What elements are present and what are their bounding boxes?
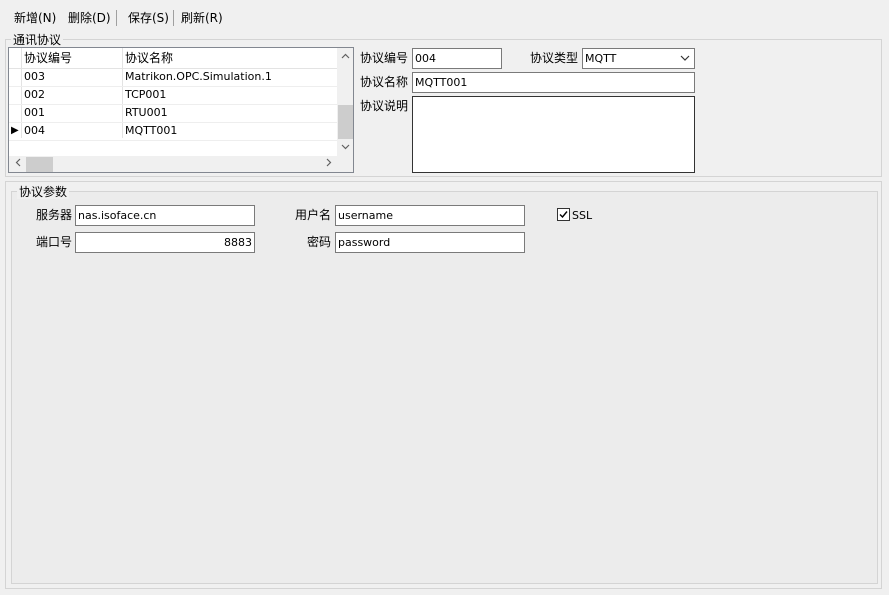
port-field[interactable]: 8883: [75, 232, 255, 253]
toolbar-separator: [116, 10, 117, 26]
protocol-description-label: 协议说明: [360, 99, 409, 113]
server-label: 服务器: [36, 208, 73, 222]
row-id-cell: 002: [24, 88, 45, 101]
ssl-checkbox[interactable]: [557, 208, 570, 221]
row-name-cell: MQTT001: [125, 124, 178, 137]
toolbar-separator: [173, 10, 174, 26]
params-group-title: 协议参数: [17, 185, 70, 199]
delete-button[interactable]: 删除(D): [68, 8, 111, 28]
grid-row-divider: [9, 86, 337, 87]
scroll-down-icon[interactable]: [337, 139, 353, 156]
grid-row-divider: [9, 140, 337, 141]
grid-horizontal-scrollbar[interactable]: [9, 156, 337, 172]
save-button[interactable]: 保存(S): [128, 8, 169, 28]
protocol-name-field[interactable]: MQTT001: [412, 72, 695, 93]
ssl-label[interactable]: SSL: [572, 208, 592, 224]
refresh-button[interactable]: 刷新(R): [181, 8, 223, 28]
protocol-name-label: 协议名称: [360, 75, 409, 89]
row-name-cell: Matrikon.OPC.Simulation.1: [125, 70, 272, 83]
grid-column-divider: [122, 48, 123, 138]
grid-header: 协议编号 协议名称: [9, 48, 337, 69]
server-field[interactable]: nas.isoface.cn: [75, 205, 255, 226]
scrollbar-corner: [337, 156, 353, 172]
column-header-name[interactable]: 协议名称: [125, 48, 173, 68]
current-row-indicator-icon: ▶: [11, 125, 19, 136]
password-field[interactable]: password: [335, 232, 525, 253]
grid-vertical-scrollbar[interactable]: [337, 48, 353, 156]
password-label: 密码: [307, 235, 332, 249]
protocol-group-title: 通讯协议: [11, 33, 64, 47]
protocol-type-value: MQTT: [585, 52, 617, 65]
row-id-cell: 004: [24, 124, 45, 137]
scroll-right-icon[interactable]: [320, 156, 337, 172]
chevron-down-icon[interactable]: [680, 49, 690, 68]
checkmark-icon: [559, 211, 568, 219]
username-field[interactable]: username: [335, 205, 525, 226]
protocol-id-label: 协议编号: [360, 51, 409, 65]
scroll-up-icon[interactable]: [337, 48, 353, 65]
row-name-cell: TCP001: [125, 88, 167, 101]
protocol-description-textarea[interactable]: [412, 96, 695, 173]
username-label: 用户名: [295, 208, 332, 222]
vertical-scroll-thumb[interactable]: [338, 105, 353, 139]
add-button[interactable]: 新增(N): [14, 8, 56, 28]
protocol-grid[interactable]: 协议编号 协议名称 003 Matrikon.OPC.Simulation.1 …: [8, 47, 354, 173]
row-id-cell: 003: [24, 70, 45, 83]
grid-column-divider: [21, 48, 22, 138]
protocol-type-select[interactable]: MQTT: [582, 48, 695, 69]
protocol-type-label: 协议类型: [530, 51, 579, 65]
horizontal-scroll-thumb[interactable]: [26, 157, 53, 172]
row-name-cell: RTU001: [125, 106, 168, 119]
port-label: 端口号: [36, 235, 73, 249]
grid-row-divider: [9, 104, 337, 105]
scroll-left-icon[interactable]: [9, 156, 26, 172]
protocol-id-field[interactable]: 004: [412, 48, 502, 69]
row-id-cell: 001: [24, 106, 45, 119]
column-header-id[interactable]: 协议编号: [24, 48, 72, 68]
